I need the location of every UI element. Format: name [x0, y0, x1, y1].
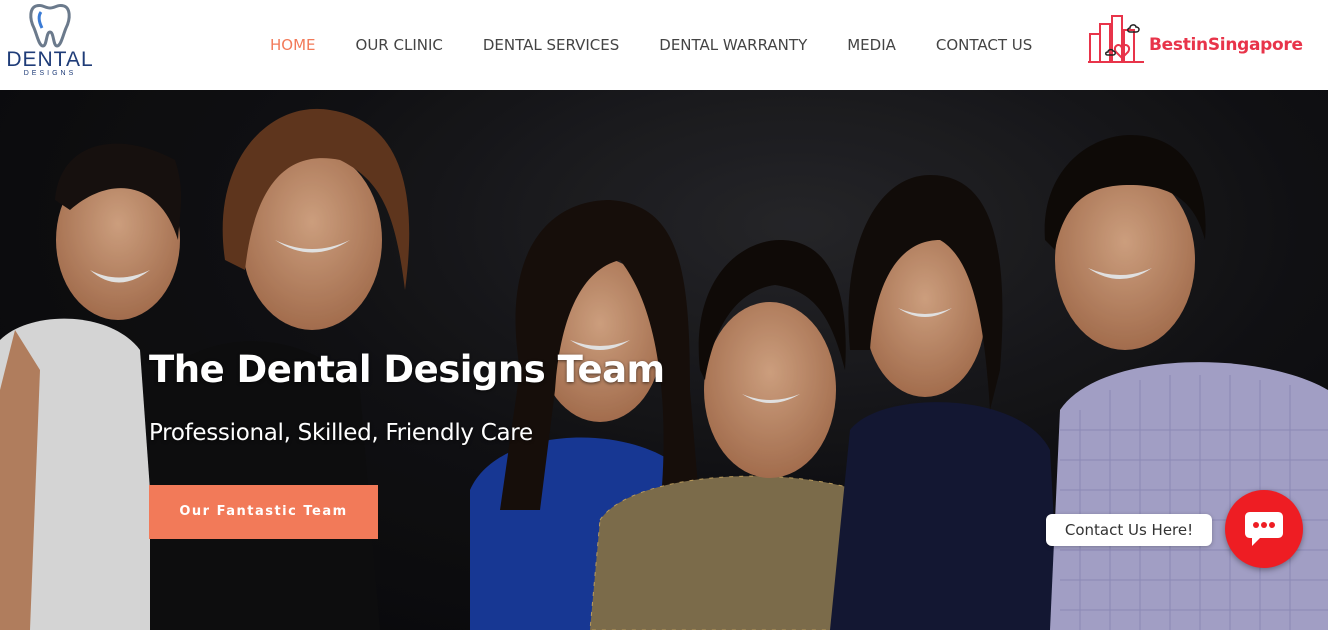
- logo-wordmark: DENTAL: [6, 48, 94, 71]
- nav-dental-services[interactable]: DENTAL SERVICES: [483, 34, 619, 56]
- contact-us-here-label[interactable]: Contact Us Here!: [1046, 514, 1212, 546]
- site-header: DENTAL DESIGNS HOME OUR CLINIC DENTAL SE…: [0, 0, 1328, 90]
- nav-media[interactable]: MEDIA: [847, 34, 896, 56]
- nav-our-clinic[interactable]: OUR CLINIC: [356, 34, 443, 56]
- nav-contact-us[interactable]: CONTACT US: [936, 34, 1032, 56]
- tooth-icon: [29, 3, 71, 48]
- nav-home[interactable]: HOME: [270, 34, 316, 56]
- our-fantastic-team-button[interactable]: Our Fantastic Team: [149, 485, 378, 539]
- chat-bubble-icon: [1245, 512, 1283, 546]
- hero-subtitle: Professional, Skilled, Friendly Care: [149, 420, 533, 446]
- best-in-singapore-text: BestinSingapore: [1149, 35, 1303, 55]
- hero-title: The Dental Designs Team: [149, 348, 665, 391]
- logo-subtitle: DESIGNS: [23, 70, 77, 77]
- nav-dental-warranty[interactable]: DENTAL WARRANTY: [659, 34, 807, 56]
- dental-designs-logo[interactable]: DENTAL DESIGNS: [4, 2, 96, 82]
- hero-banner: The Dental Designs Team Professional, Sk…: [0, 90, 1328, 630]
- main-navigation: HOME OUR CLINIC DENTAL SERVICES DENTAL W…: [250, 34, 1072, 56]
- city-skyline-icon: [1088, 15, 1144, 63]
- best-in-singapore-badge[interactable]: BestinSingapore: [1086, 12, 1316, 68]
- chat-widget-button[interactable]: [1225, 490, 1303, 568]
